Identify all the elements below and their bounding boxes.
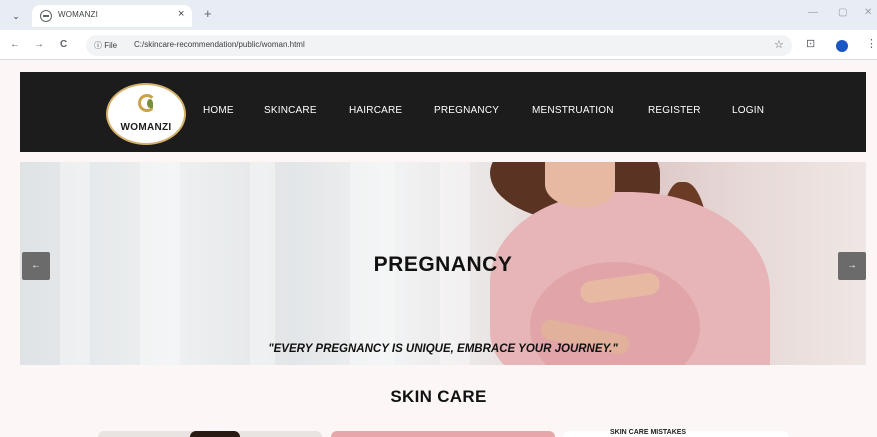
slider-prev-button[interactable]: ← bbox=[22, 252, 50, 280]
url-input[interactable]: ⓘ File C:/skincare-recommendation/public… bbox=[86, 35, 792, 56]
nav-login[interactable]: LOGIN bbox=[732, 105, 764, 116]
section-title: SKIN CARE bbox=[390, 387, 487, 406]
site-navbar: WOMANZI HOME SKINCARE HAIRCARE PREGNANCY… bbox=[20, 72, 866, 152]
hero-title: PREGNANCY bbox=[373, 253, 513, 276]
nav-haircare[interactable]: HAIRCARE bbox=[349, 105, 402, 116]
skincare-card-1[interactable] bbox=[98, 431, 322, 437]
site-info-badge[interactable]: ⓘ File bbox=[94, 40, 117, 51]
leaf-logo-icon bbox=[138, 94, 156, 112]
forward-icon[interactable]: → bbox=[34, 39, 44, 50]
slider-next-button[interactable]: → bbox=[838, 252, 866, 280]
hero-slider: PREGNANCY "EVERY PREGNANCY IS UNIQUE, EM… bbox=[20, 162, 866, 365]
browser-menu-icon[interactable]: ⋮ bbox=[866, 37, 877, 50]
reload-icon[interactable]: C bbox=[60, 39, 67, 50]
window-close-icon[interactable]: ✕ bbox=[864, 7, 872, 18]
new-tab-icon[interactable]: + bbox=[204, 6, 212, 21]
nav-register[interactable]: REGISTER bbox=[648, 105, 701, 116]
profile-avatar-icon[interactable] bbox=[836, 40, 848, 52]
site-logo[interactable]: WOMANZI bbox=[106, 83, 186, 145]
skincare-card-3[interactable]: SKIN CARE MISTAKES bbox=[563, 429, 789, 437]
maximize-icon[interactable]: ▢ bbox=[838, 7, 847, 18]
card-title: SKIN CARE MISTAKES bbox=[610, 429, 687, 436]
url-text[interactable]: C:/skincare-recommendation/public/woman.… bbox=[134, 40, 305, 49]
hero-image-face bbox=[545, 162, 615, 207]
tab-close-icon[interactable]: × bbox=[178, 8, 184, 20]
nav-menstruation[interactable]: MENSTRUATION bbox=[532, 105, 614, 116]
browser-tab[interactable]: WOMANZI × bbox=[32, 5, 192, 27]
address-bar: ← → C ⓘ File C:/skincare-recommendation/… bbox=[0, 30, 877, 60]
bookmark-star-icon[interactable]: ☆ bbox=[774, 38, 784, 51]
minimize-icon[interactable]: — bbox=[808, 7, 818, 18]
card-image bbox=[190, 431, 240, 437]
nav-skincare[interactable]: SKINCARE bbox=[264, 105, 317, 116]
tab-title: WOMANZI bbox=[58, 10, 99, 19]
logo-text: WOMANZI bbox=[120, 122, 172, 133]
extensions-icon[interactable]: ⊡ bbox=[806, 37, 815, 50]
skincare-card-2[interactable] bbox=[331, 431, 555, 437]
browser-tab-bar: ⌄ WOMANZI × + — ▢ ✕ bbox=[0, 0, 877, 30]
globe-icon bbox=[40, 10, 52, 22]
back-icon[interactable]: ← bbox=[10, 39, 20, 50]
tab-list-icon[interactable]: ⌄ bbox=[9, 9, 23, 23]
nav-home[interactable]: HOME bbox=[203, 105, 234, 116]
nav-pregnancy[interactable]: PREGNANCY bbox=[434, 105, 499, 116]
hero-quote: "EVERY PREGNANCY IS UNIQUE, EMBRACE YOUR… bbox=[268, 343, 618, 355]
